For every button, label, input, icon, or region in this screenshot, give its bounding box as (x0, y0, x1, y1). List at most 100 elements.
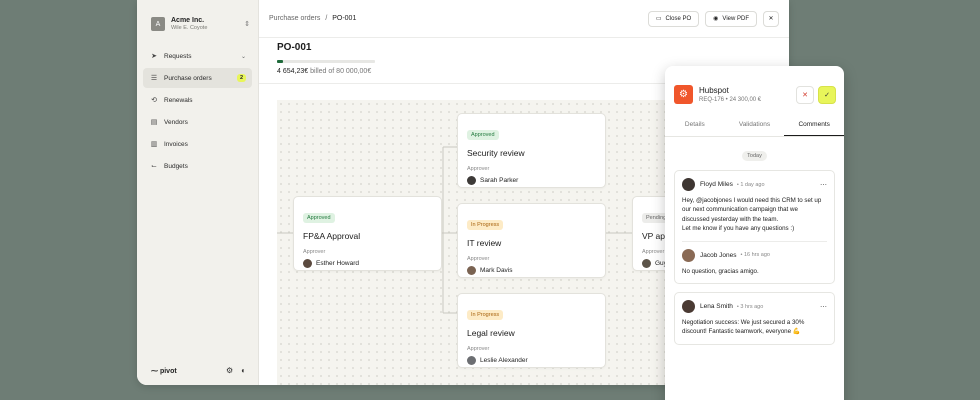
billing-progress (277, 60, 375, 63)
comment-header: Floyd Miles • 1 day ago ⋯ (682, 178, 827, 191)
sidebar-item-invoices[interactable]: ▥ Invoices (143, 134, 252, 154)
status-badge: Approved (303, 213, 335, 223)
comment-body: Hey, @jacobjones I would need this CRM t… (682, 196, 827, 234)
view-pdf-label: View PDF (722, 15, 749, 22)
comment-header: Jacob Jones • 16 hrs ago (682, 248, 827, 262)
avatar (467, 176, 476, 185)
card-title: IT review (467, 238, 502, 248)
status-badge: In Progress (467, 220, 504, 230)
archive-icon: ▭ (655, 16, 662, 22)
card-approver: Sarah Parker (467, 176, 596, 185)
card-role: Approver (303, 249, 326, 255)
view-pdf-button[interactable]: ◉ View PDF (705, 10, 757, 27)
org-user: Wile E. Coyote (171, 25, 208, 31)
vendor-name: Hubspot (699, 86, 729, 95)
card-approver: Mark Davis (467, 266, 596, 275)
avatar (467, 266, 476, 275)
avatar (467, 356, 476, 365)
panel-tabs: Details Validations Comments (665, 114, 844, 137)
panel-header: ⚙ Hubspot REQ-176 • 24 300,00 € ✕ ✓ (665, 66, 844, 110)
close-icon: ✕ (802, 91, 808, 99)
gear-icon[interactable]: ⚙ (226, 366, 233, 375)
sidebar: A Acme Inc. Wile E. Coyote ⇕ ➤ Requests … (137, 0, 259, 385)
comment-time: • 1 day ago (736, 181, 765, 188)
count-badge: 2 (236, 74, 246, 82)
close-po-button[interactable]: ▭ Close PO (647, 10, 700, 27)
card-role: Approver (467, 256, 490, 262)
tab-validations[interactable]: Validations (725, 114, 785, 136)
comment-text: Hey, @jacobjones I would need this CRM t… (682, 197, 822, 223)
comment-time-value: 16 hrs ago (743, 252, 770, 259)
card-title: Security review (467, 148, 525, 158)
workflow-card-security[interactable]: Approved Security review Approver Sarah … (457, 113, 606, 188)
avatar (682, 178, 695, 191)
avatar (303, 259, 312, 268)
theme-toggle-icon[interactable]: ◐ (241, 366, 246, 375)
store-icon: ▤ (150, 119, 158, 126)
sidebar-item-label: Renewals (164, 96, 193, 104)
approver-name: Esther Howard (316, 260, 359, 267)
approver-name: Mark Davis (480, 267, 513, 274)
status-badge: In Progress (467, 310, 504, 320)
close-button[interactable]: ✕ (763, 10, 779, 27)
sidebar-nav: ➤ Requests ⌄ ☰ Purchase orders 2 ⟲ Renew… (137, 46, 258, 176)
sidebar-item-label: Requests (164, 52, 192, 60)
sidebar-item-budgets[interactable]: ⌙ Budgets (143, 156, 252, 176)
approve-button[interactable]: ✓ (818, 85, 836, 104)
comment-author: Jacob Jones (700, 251, 737, 259)
avatar (682, 300, 695, 314)
brand-logo: ⁓ pivot (151, 367, 177, 375)
comment-time: • 16 hrs ago (740, 252, 770, 259)
close-po-label: Close PO (665, 15, 692, 22)
sidebar-item-renewals[interactable]: ⟲ Renewals (143, 90, 252, 110)
sidebar-item-requests[interactable]: ➤ Requests ⌄ (143, 46, 252, 66)
breadcrumb-parent[interactable]: Purchase orders (269, 15, 320, 22)
page-title: PO-001 (277, 42, 312, 53)
tab-comments[interactable]: Comments (784, 114, 844, 136)
comment-body: Negotiation success: We just secured a 3… (682, 319, 805, 336)
sidebar-item-label: Vendors (164, 118, 188, 126)
workflow-card-it[interactable]: In Progress IT review Approver Mark Davi… (457, 203, 606, 278)
sidebar-item-label: Invoices (164, 140, 188, 148)
workflow-card-legal[interactable]: In Progress Legal review Approver Leslie… (457, 293, 606, 368)
date-divider: Today (665, 144, 844, 162)
comment-thread: Lena Smith • 3 hrs ago ⋯ Negotiation suc… (674, 292, 835, 345)
comment-thread: Floyd Miles • 1 day ago ⋯ Hey, @jacobjon… (674, 170, 835, 285)
billed-total: billed of 80 000,00€ (310, 68, 372, 75)
breadcrumb-current: PO-001 (332, 15, 357, 22)
workflow-card-fpa[interactable]: Approved FP&A Approval Approver Esther H… (293, 196, 442, 271)
request-panel: ⚙ Hubspot REQ-176 • 24 300,00 € ✕ ✓ Deta… (665, 66, 844, 400)
card-title: Legal review (467, 328, 515, 338)
card-role: Approver (467, 346, 490, 352)
chevron-updown-icon: ⇕ (244, 21, 250, 28)
status-badge: Approved (467, 130, 499, 140)
org-name: Acme Inc. (171, 17, 205, 24)
comment-time-value: 3 hrs ago (740, 303, 764, 310)
check-icon: ✓ (824, 91, 830, 99)
tab-details[interactable]: Details (665, 114, 725, 136)
eye-icon: ◉ (713, 16, 719, 22)
sidebar-item-vendors[interactable]: ▤ Vendors (143, 112, 252, 132)
sidebar-footer: ⁓ pivot ⚙ ◐ (151, 366, 246, 375)
divider (682, 240, 827, 242)
date-divider-label: Today (742, 151, 767, 161)
more-icon[interactable]: ⋯ (820, 181, 827, 189)
more-icon[interactable]: ⋯ (820, 303, 827, 311)
sidebar-item-label: Purchase orders (164, 74, 212, 82)
comment-author: Floyd Miles (700, 181, 733, 188)
reject-button[interactable]: ✕ (796, 85, 814, 104)
chevron-down-icon: ⌄ (240, 53, 246, 60)
card-approver: Esther Howard (303, 259, 432, 268)
refresh-icon: ⟲ (151, 97, 157, 104)
sidebar-item-purchase-orders[interactable]: ☰ Purchase orders 2 (143, 68, 252, 88)
breadcrumb-separator: / (325, 15, 328, 22)
topbar: Purchase orders / PO-001 ▭ Close PO ◉ Vi… (259, 0, 789, 38)
chart-icon: ⌙ (151, 163, 157, 170)
comment-time-value: 1 day ago (740, 181, 765, 188)
comment-text: Let me know if you have any questions :) (682, 225, 795, 233)
org-avatar: A (151, 17, 165, 31)
billed-amount: 4 654,23€ (277, 68, 309, 75)
invoice-icon: ▥ (150, 141, 158, 148)
hubspot-logo-icon: ⚙ (674, 85, 693, 104)
org-switcher[interactable]: A Acme Inc. Wile E. Coyote ⇕ (137, 0, 258, 38)
